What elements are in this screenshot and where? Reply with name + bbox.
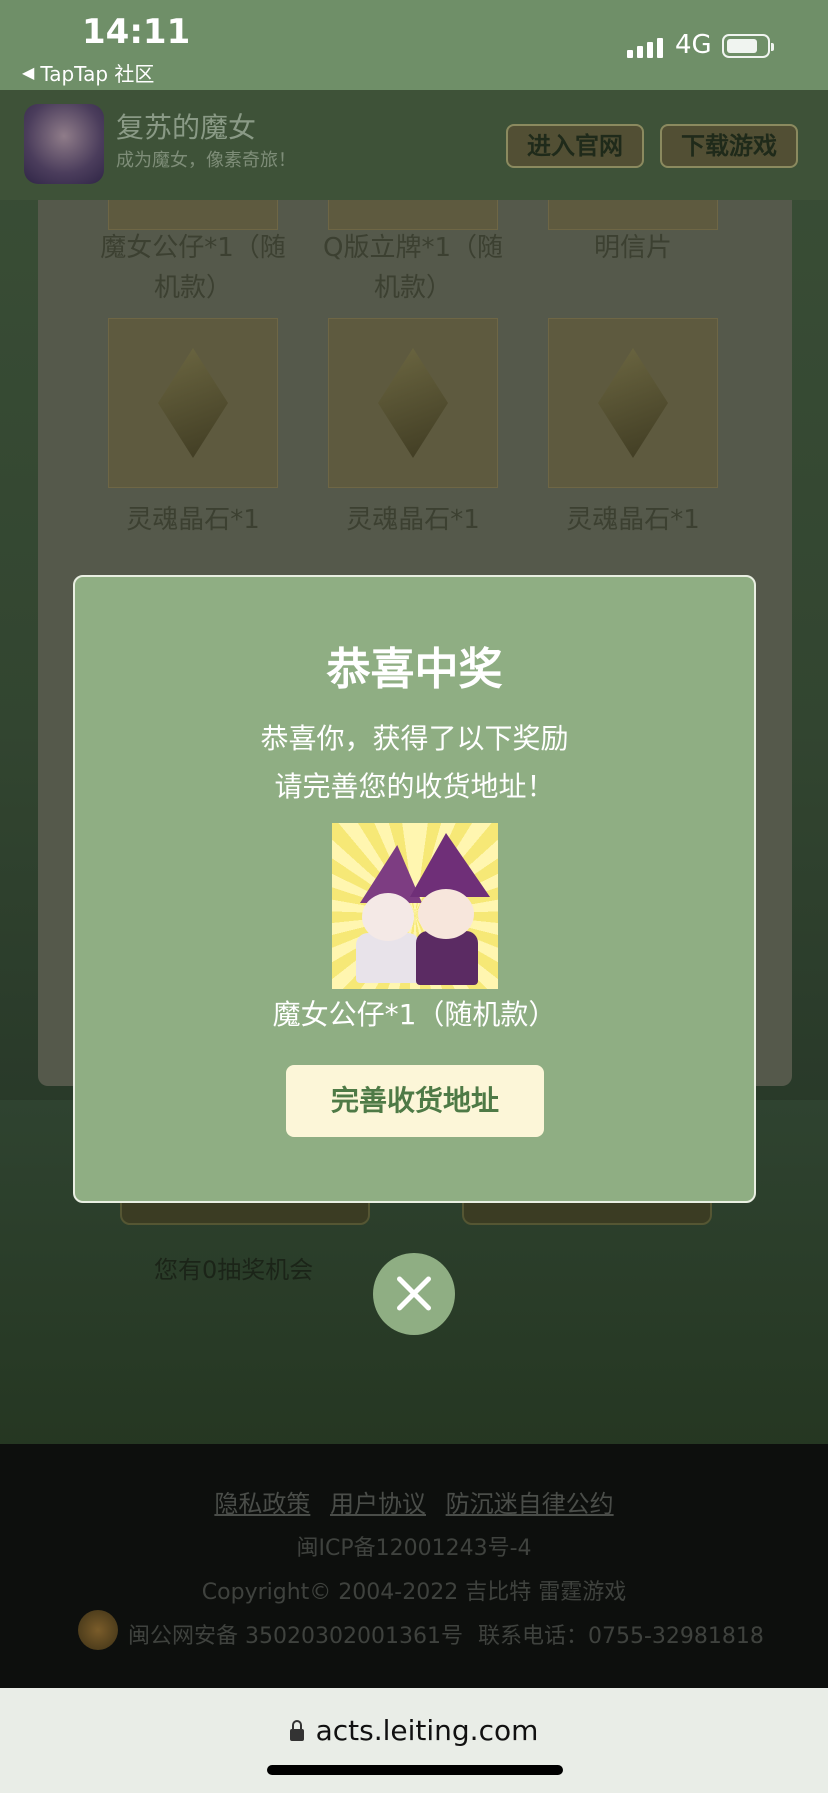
app-logo [24, 104, 104, 184]
user-agreement-link[interactable]: 用户协议 [330, 1490, 426, 1518]
copyright-text: Copyright© 2004-2022 吉比特 雷霆游戏 [201, 1580, 627, 1605]
prize-card [548, 200, 718, 230]
footer-links: 隐私政策 用户协议 防沉迷自律公约 [0, 1484, 828, 1519]
prize-image [332, 823, 498, 989]
app-name: 复苏的魔女 [116, 111, 257, 144]
police-record-text: 闽公网安备 35020302001361号 [128, 1624, 463, 1649]
prize-label: 灵魂晶石*1 [346, 505, 480, 535]
complete-address-button[interactable]: 完善收货地址 [286, 1065, 544, 1137]
soul-crystal-icon [598, 348, 668, 458]
browser-bar: acts.leiting.com [0, 1688, 828, 1793]
download-game-button[interactable]: 下载游戏 [660, 124, 798, 168]
close-icon[interactable] [373, 1253, 455, 1335]
app-header: 复苏的魔女 成为魔女，像素奇旅！ 进入官网 下载游戏 [0, 90, 828, 200]
battery-icon [722, 34, 774, 58]
back-app-label: TapTap 社区 [40, 62, 155, 86]
soul-crystal-icon [158, 348, 228, 458]
signal-icon [627, 36, 663, 58]
network-type: 4G [675, 30, 712, 60]
prize-label: Q版立牌*1（随机款） [322, 233, 503, 303]
app-slogan: 成为魔女，像素奇旅！ [116, 150, 296, 171]
modal-message-line1: 恭喜你，获得了以下奖励 [260, 722, 569, 755]
prize-label: 明信片 [593, 233, 672, 263]
draw-chance-text: 您有0抽奖机会 [154, 1256, 314, 1284]
contact-phone-text: 联系电话：0755-32981818 [478, 1624, 764, 1649]
footer: 隐私政策 用户协议 防沉迷自律公约 闽ICP备12001243号-4 Copyr… [0, 1444, 828, 1688]
anti-addiction-link[interactable]: 防沉迷自律公约 [446, 1490, 614, 1518]
icp-text: 闽ICP备12001243号-4 [296, 1536, 532, 1561]
prize-card [108, 318, 278, 488]
back-arrow-icon: ◀ [22, 63, 35, 82]
prize-modal: 恭喜中奖 恭喜你，获得了以下奖励 请完善您的收货地址！ 魔女公仔*1（随机款） … [73, 575, 756, 1203]
prize-name: 魔女公仔*1（随机款） [272, 998, 557, 1031]
prize-label: 魔女公仔*1（随机款） [100, 233, 286, 303]
lock-icon [289, 1720, 304, 1741]
soul-crystal-icon [378, 348, 448, 458]
modal-message-line2: 请完善您的收货地址！ [274, 770, 555, 803]
police-badge-icon [78, 1610, 118, 1650]
back-to-app-button[interactable]: ◀ TapTap 社区 [22, 58, 154, 87]
status-bar: 14:11 ◀ TapTap 社区 4G [0, 0, 828, 90]
prize-card [548, 318, 718, 488]
home-indicator[interactable] [267, 1765, 563, 1775]
url-text: acts.leiting.com [315, 1714, 539, 1747]
url-bar[interactable]: acts.leiting.com [0, 1714, 828, 1747]
prize-card [108, 200, 278, 230]
prize-card [328, 318, 498, 488]
privacy-policy-link[interactable]: 隐私政策 [214, 1490, 310, 1518]
prize-card [328, 200, 498, 230]
status-time: 14:11 [82, 12, 191, 52]
modal-title: 恭喜中奖 [326, 644, 503, 695]
prize-label: 灵魂晶石*1 [126, 505, 260, 535]
enter-official-site-button[interactable]: 进入官网 [506, 124, 644, 168]
prize-label: 灵魂晶石*1 [566, 505, 700, 535]
